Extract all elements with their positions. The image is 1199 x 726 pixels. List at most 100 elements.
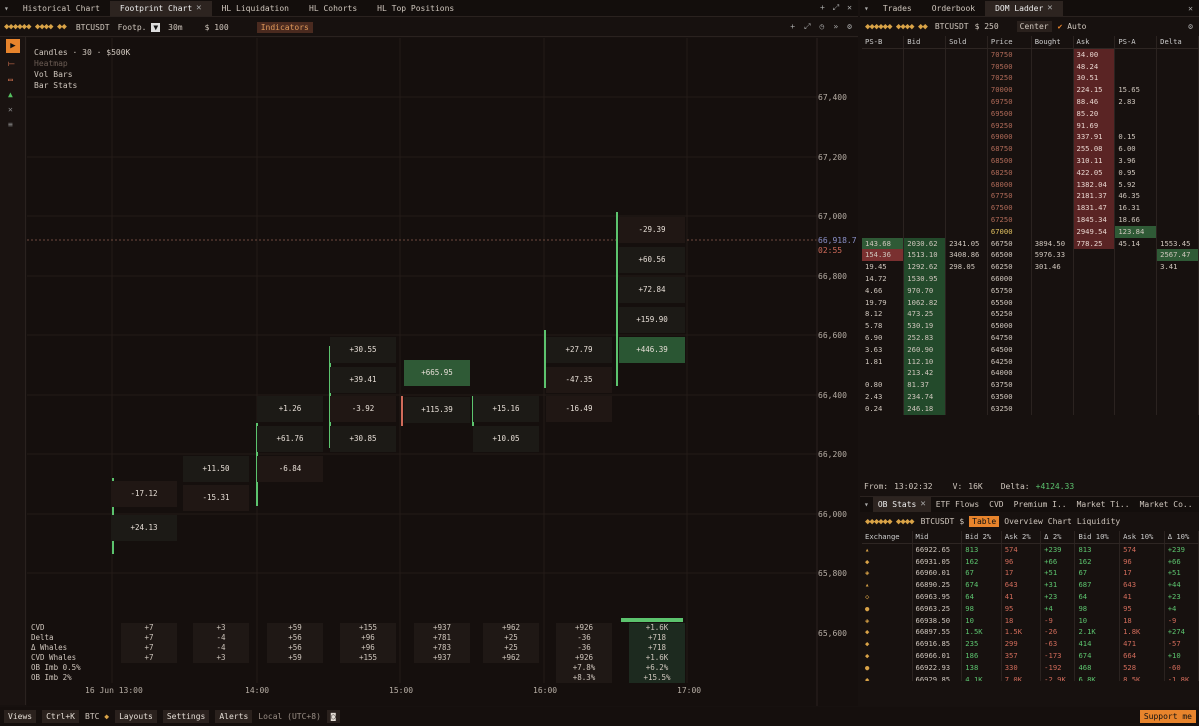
dom-row[interactable]: 70750 34.00 <box>862 48 1199 61</box>
dom-row[interactable]: 68000 1382.04 5.92 <box>862 178 1199 191</box>
center-button[interactable]: Center <box>1016 21 1052 32</box>
tab-hl-liquidation[interactable]: HL Liquidation <box>212 1 299 16</box>
tab-orderbook[interactable]: Orderbook <box>922 1 985 16</box>
command-palette-button[interactable]: Ctrl+K <box>42 710 79 723</box>
dom-row[interactable]: 68500 310.11 3.96 <box>862 154 1199 167</box>
settings-button[interactable]: Settings <box>162 710 210 723</box>
dom-row[interactable]: 69500 85.20 <box>862 107 1199 120</box>
arrow-tool-icon[interactable]: ▲ <box>8 90 17 99</box>
dom-row[interactable]: 67500 1831.47 16.31 <box>862 202 1199 214</box>
dom-row[interactable]: 67750 2181.37 46.35 <box>862 190 1199 203</box>
dom-row[interactable]: 69750 88.46 2.83 <box>862 95 1199 108</box>
dom-row[interactable]: 143.68 2030.62 2341.05 66750 3894.50 778.25 45… <box>862 237 1199 250</box>
exchange-icons[interactable]: ◆◆◆◆◆◆ ◆◆◆◆ <box>865 517 915 527</box>
close-panel-icon[interactable]: ✕ <box>847 3 852 13</box>
close-icon[interactable]: ✕ <box>1047 1 1052 16</box>
dom-row[interactable]: 70000 224.15 15.65 <box>862 84 1199 96</box>
dom-row[interactable]: 0.24 246.18 63250 <box>862 402 1199 415</box>
menu-arrow-icon[interactable]: ▾ <box>860 500 873 509</box>
tab-market-co[interactable]: Market Co.. <box>1135 497 1198 512</box>
menu-arrow-icon[interactable]: ▾ <box>860 4 873 13</box>
ob-row[interactable]: ◆ 66897.55 1.5K 1.5K -26 2.1K 1.8K +274 <box>862 626 1199 639</box>
tab-cvd[interactable]: CVD <box>984 497 1008 512</box>
legend-bar-stats[interactable]: Bar Stats <box>34 80 130 91</box>
ob-row[interactable]: ◈ 66960.01 67 17 +51 67 17 +51 <box>862 567 1199 580</box>
ob-row[interactable]: ● 66922.93 138 330 -192 468 528 -60 <box>862 661 1199 674</box>
dom-row[interactable]: 4.66 970.70 65750 <box>862 284 1199 297</box>
dom-row[interactable]: 14.72 1530.95 66000 <box>862 272 1199 285</box>
legend-heatmap[interactable]: Heatmap <box>34 58 130 69</box>
gear-icon[interactable]: ⚙ <box>847 22 852 32</box>
dollar-icon[interactable]: $ <box>959 517 964 526</box>
view-chart-button[interactable]: Chart <box>1048 517 1072 526</box>
ob-row[interactable]: ◆ 66929.85 4.1K 7.0K -2.9K 6.8K 8.5K -1.8K <box>862 673 1199 681</box>
views-button[interactable]: Views <box>4 710 37 723</box>
add-icon[interactable]: + <box>820 3 825 13</box>
clock-icon[interactable]: ◷ <box>820 22 825 32</box>
dom-row[interactable]: 69000 337.91 0.15 <box>862 131 1199 144</box>
dom-ladder[interactable]: PS-B Bid Sold Price Bought Ask PS-A Delta 70750 3… <box>862 36 1199 472</box>
close-panel-icon[interactable]: ✕ <box>1188 4 1199 13</box>
ob-row[interactable]: ◈ 66938.50 10 18 -9 10 18 -9 <box>862 614 1199 627</box>
support-button[interactable]: Support me <box>1139 710 1196 723</box>
dom-row[interactable]: 68750 255.08 6.00 <box>862 143 1199 155</box>
exchange-icons[interactable]: ◆◆◆◆◆◆ ◆◆◆◆ ◆◆ <box>4 22 67 32</box>
camera-icon[interactable]: ◙ <box>326 710 340 723</box>
ob-stats-table[interactable]: Exchange Mid Bid 2% Ask 2% Δ 2% Bid 10% Ask 10… <box>862 531 1199 681</box>
layouts-button[interactable]: Layouts <box>115 710 157 723</box>
dom-row[interactable]: 67250 1845.34 18.66 <box>862 213 1199 226</box>
tab-etf-flows[interactable]: ETF Flows <box>931 497 984 512</box>
dom-row[interactable]: 5.78 530.19 65000 <box>862 320 1199 332</box>
add-icon[interactable]: + <box>790 22 795 32</box>
indicators-button[interactable]: Indicators <box>256 21 313 33</box>
legend-vol-bars[interactable]: Vol Bars <box>34 69 130 80</box>
view-liquidity-button[interactable]: Liquidity <box>1077 517 1120 526</box>
tab-historical-chart[interactable]: Historical Chart <box>13 1 110 16</box>
alerts-button[interactable]: Alerts <box>215 710 253 723</box>
expand-icon[interactable]: ⤢ <box>804 22 810 32</box>
forward-icon[interactable]: » <box>833 22 838 32</box>
dom-row[interactable]: 70500 48.24 <box>862 60 1199 73</box>
tab-footprint-chart[interactable]: Footprint Chart ✕ <box>109 0 212 16</box>
dom-row[interactable]: 19.79 1062.82 65500 <box>862 296 1199 309</box>
maximize-icon[interactable]: ⤢ <box>833 3 839 13</box>
dom-row[interactable]: 69250 91.69 <box>862 119 1199 132</box>
menu-arrow-icon[interactable]: ▾ <box>0 4 13 13</box>
dom-row[interactable]: 8.12 473.25 65250 <box>862 308 1199 321</box>
dom-symbol[interactable]: BTCUSDT <box>935 22 969 31</box>
close-icon[interactable]: ✕ <box>196 1 201 16</box>
timeframe-select[interactable]: 30m <box>168 23 182 32</box>
dom-row[interactable]: 213.42 64000 <box>862 367 1199 380</box>
chart-type-select[interactable]: Footp. ▼ <box>118 22 161 32</box>
rect-tool-icon[interactable]: ▭ <box>8 75 17 84</box>
coin-select[interactable]: BTC ◆ <box>85 712 109 721</box>
tab-ob-stats[interactable]: OB Stats ✕ <box>872 497 931 512</box>
dom-row[interactable]: 70250 30.51 <box>862 72 1199 85</box>
view-table-button[interactable]: Table <box>969 516 1000 527</box>
ob-row[interactable]: ▴ 66890.25 674 643 +31 687 643 +44 <box>862 579 1199 591</box>
view-overview-button[interactable]: Overview <box>1004 517 1043 526</box>
exchange-icons[interactable]: ◆◆◆◆◆◆ ◆◆◆◆ ◆◆ <box>865 22 928 32</box>
auto-checkbox[interactable]: ✔ Auto <box>1058 22 1087 31</box>
layers-tool-icon[interactable]: ≡ <box>8 120 17 129</box>
dom-row[interactable]: 2.43 234.74 63500 <box>862 390 1199 403</box>
close-icon[interactable]: ✕ <box>920 497 925 512</box>
tab-hl-top-positions[interactable]: HL Top Positions <box>367 1 464 16</box>
ob-symbol[interactable]: BTCUSDT <box>921 517 955 526</box>
tab-trades[interactable]: Trades <box>873 1 922 16</box>
dom-row[interactable]: 68250 422.05 0.95 <box>862 166 1199 179</box>
ob-row[interactable]: ◆ 66931.05 162 96 +66 162 96 +66 <box>862 555 1199 568</box>
ob-row[interactable]: ◆ 66966.01 186 357 -173 674 664 +10 <box>862 649 1199 662</box>
tab-hl-cohorts[interactable]: HL Cohorts <box>299 1 367 16</box>
symbol-select[interactable]: BTCUSDT <box>76 23 110 32</box>
legend-candles[interactable]: Candles · 30 · $500K <box>34 47 130 58</box>
ob-row[interactable]: ◆ 66916.85 235 299 -63 414 471 -57 <box>862 638 1199 650</box>
dom-row[interactable]: 0.80 81.37 63750 <box>862 379 1199 391</box>
ob-row[interactable]: ◇ 66963.95 64 41 +23 64 41 +23 <box>862 590 1199 603</box>
dom-row[interactable]: 67000 2949.54 123.84 <box>862 225 1199 238</box>
dom-size[interactable]: $ 250 <box>975 22 999 31</box>
dom-row[interactable]: 154.36 1513.10 3408.86 66500 5976.33 2567.47 <box>862 249 1199 262</box>
dom-row[interactable]: 6.90 252.83 64750 <box>862 331 1199 344</box>
ob-row[interactable]: ● 66963.25 98 95 +4 98 95 +4 <box>862 602 1199 615</box>
line-tool-icon[interactable]: ⟝ <box>8 59 17 69</box>
